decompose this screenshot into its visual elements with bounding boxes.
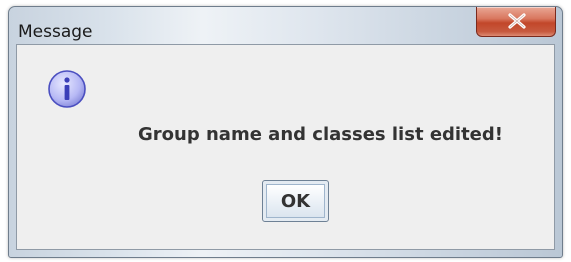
info-icon <box>47 69 87 109</box>
close-button[interactable] <box>476 7 556 37</box>
title-bar[interactable]: Message <box>9 7 562 42</box>
dialog-content: Group name and classes list edited! OK <box>16 44 555 250</box>
ok-button-label: OK <box>266 184 325 218</box>
message-text: Group name and classes list edited! <box>138 124 503 145</box>
ok-button[interactable]: OK <box>262 180 329 222</box>
window-title: Message <box>18 22 93 42</box>
message-dialog-window: Message Group name and classes list edit… <box>8 6 563 258</box>
close-x-icon <box>508 13 526 29</box>
